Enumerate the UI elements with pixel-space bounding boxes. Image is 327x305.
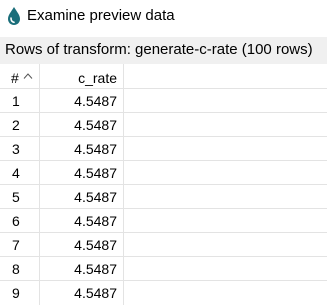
table-row[interactable]: 7 4.5487 bbox=[0, 233, 327, 257]
hop-droplet-icon bbox=[6, 6, 22, 26]
title-bar: Examine preview data bbox=[0, 0, 327, 32]
c-rate-cell[interactable]: 4.5487 bbox=[40, 285, 117, 301]
row-number-cell: 1 bbox=[12, 93, 20, 109]
c-rate-cell[interactable]: 4.5487 bbox=[40, 237, 117, 253]
c-rate-cell[interactable]: 4.5487 bbox=[40, 93, 117, 109]
c-rate-cell[interactable]: 4.5487 bbox=[40, 213, 117, 229]
table-row[interactable]: 2 4.5487 bbox=[0, 113, 327, 137]
table-row[interactable]: 1 4.5487 bbox=[0, 89, 327, 113]
table-row[interactable]: 4 4.5487 bbox=[0, 161, 327, 185]
table-row[interactable]: 8 4.5487 bbox=[0, 257, 327, 281]
table-row[interactable]: 5 4.5487 bbox=[0, 185, 327, 209]
table-header-row: # c_rate bbox=[0, 64, 327, 88]
c-rate-cell[interactable]: 4.5487 bbox=[40, 189, 117, 205]
c-rate-cell[interactable]: 4.5487 bbox=[40, 261, 117, 277]
table-row[interactable]: 6 4.5487 bbox=[0, 209, 327, 233]
sort-ascending-icon[interactable] bbox=[23, 66, 33, 79]
preview-dialog: Examine preview data Rows of transform: … bbox=[0, 0, 327, 305]
row-number-cell: 5 bbox=[12, 189, 20, 205]
preview-table[interactable]: # c_rate 1 4.5487 2 4.5487 3 4.5487 4 4.… bbox=[0, 64, 327, 305]
c-rate-cell[interactable]: 4.5487 bbox=[40, 117, 117, 133]
row-number-cell: 2 bbox=[12, 117, 20, 133]
column-header-row-number[interactable]: # bbox=[11, 70, 19, 86]
row-number-cell: 6 bbox=[12, 213, 20, 229]
row-number-cell: 7 bbox=[12, 237, 20, 253]
column-header-c-rate[interactable]: c_rate bbox=[40, 70, 117, 86]
table-caption-bar: Rows of transform: generate-c-rate (100 … bbox=[0, 37, 327, 64]
row-number-cell: 8 bbox=[12, 261, 20, 277]
window-title: Examine preview data bbox=[27, 7, 175, 24]
c-rate-cell[interactable]: 4.5487 bbox=[40, 141, 117, 157]
row-number-cell: 4 bbox=[12, 165, 20, 181]
c-rate-cell[interactable]: 4.5487 bbox=[40, 165, 117, 181]
table-caption: Rows of transform: generate-c-rate (100 … bbox=[5, 41, 313, 58]
row-number-cell: 9 bbox=[12, 285, 20, 301]
row-number-cell: 3 bbox=[12, 141, 20, 157]
table-row[interactable]: 9 4.5487 bbox=[0, 281, 327, 305]
table-row[interactable]: 3 4.5487 bbox=[0, 137, 327, 161]
